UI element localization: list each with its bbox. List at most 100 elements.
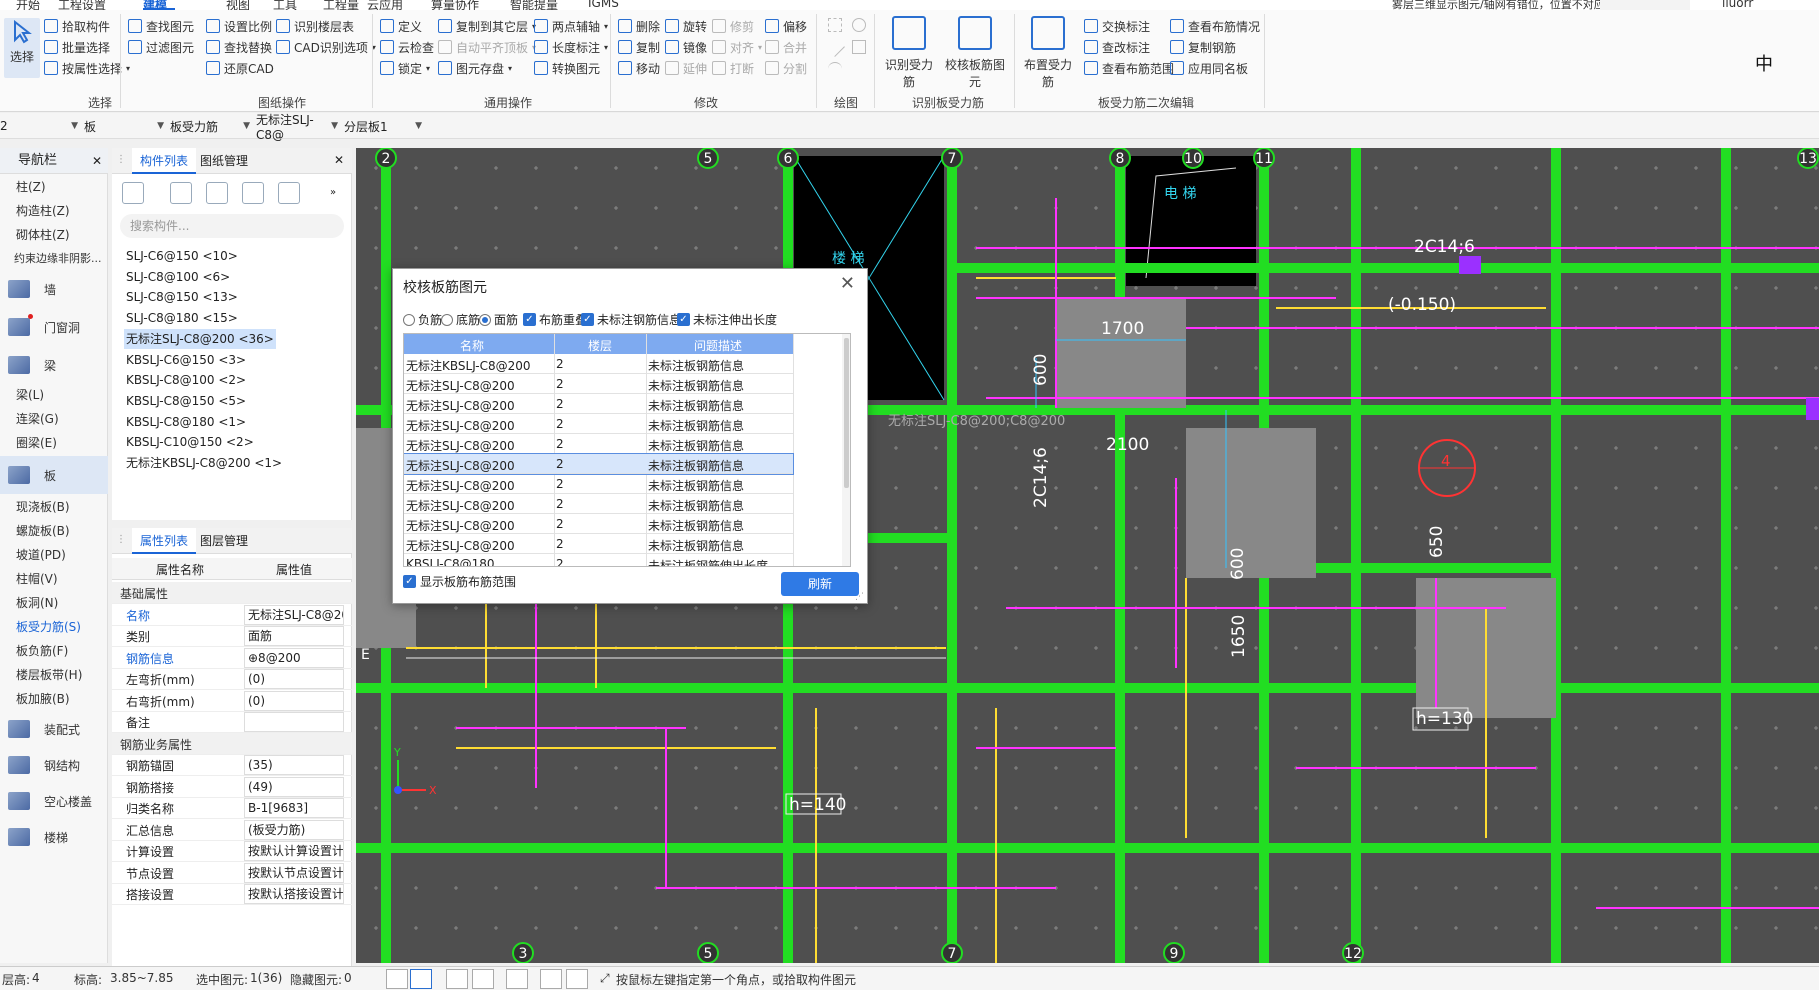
find-element[interactable]: 查找图元 (128, 16, 194, 36)
query-annotation[interactable]: 查改标注 (1084, 37, 1150, 57)
component-item[interactable]: 无标注KBSLJ-C8@200 <1> (124, 453, 284, 473)
copy-to-floor[interactable]: 复制到其它层 ▾ (438, 16, 536, 36)
apply-same-slab[interactable]: 应用同名板 (1170, 58, 1248, 78)
component-item[interactable]: KBSLJ-C8@100 <2> (124, 370, 248, 390)
close-icon[interactable]: ✕ (92, 148, 102, 174)
draw-tools[interactable] (825, 18, 872, 84)
offset[interactable]: 偏移 (765, 16, 807, 36)
option-radio[interactable]: 面筋 (479, 311, 518, 328)
nav-group-stairs[interactable]: 楼梯 (0, 818, 108, 856)
layer-icon[interactable] (540, 969, 562, 989)
angle-icon[interactable] (472, 969, 494, 989)
property-value-field[interactable]: 无标注SLJ-C8@200 (244, 604, 344, 625)
identify-floor-table[interactable]: 识别楼层表 (276, 16, 354, 36)
component-item[interactable]: KBSLJ-C10@150 <2> (124, 432, 256, 452)
auto-align-top[interactable]: 自动平齐顶板 ▾ (438, 37, 536, 57)
convert-element[interactable]: 转换图元 (534, 58, 600, 78)
option-radio[interactable]: 底筋 (441, 311, 480, 328)
option-checkbox[interactable]: ✓ 布筋重叠 (523, 311, 587, 328)
ime-indicator[interactable]: 中 (1755, 50, 1773, 76)
nav-group-door-window[interactable]: 门窗洞 (0, 308, 108, 346)
table-row[interactable]: KBSLJ-C8@180 2 未标注板钢筋伸出长度 (404, 554, 793, 566)
option-checkbox[interactable]: ✓ 未标注伸出长度 (677, 311, 777, 328)
layer-copy-icon[interactable] (242, 182, 264, 204)
component-search-input[interactable]: 搜索构件... (120, 214, 344, 238)
identify-rebar-button[interactable]: 识别受力筋 (880, 16, 938, 90)
scrollbar-thumb[interactable] (844, 338, 849, 488)
two-point-axis[interactable]: 两点辅轴 ▾ (534, 16, 608, 36)
table-row[interactable]: 无标注SLJ-C8@200 2 未标注板钢筋信息 (404, 394, 793, 414)
mirror[interactable]: 镜像 (665, 37, 707, 57)
tab-property-list[interactable]: 属性列表 (132, 528, 197, 554)
tab-drawing-manage[interactable]: 图纸管理 (192, 148, 256, 174)
table-row[interactable]: 无标注SLJ-C8@200 2 未标注板钢筋信息 (404, 534, 793, 554)
component-item[interactable]: SLJ-C8@180 <15> (124, 308, 240, 328)
copy-rebar[interactable]: 复制钢筋 (1170, 37, 1236, 57)
table-row[interactable]: 无标注SLJ-C8@200 2 未标注板钢筋信息 (404, 474, 793, 494)
grip-icon[interactable]: ⋮ (116, 534, 126, 545)
nav-item-column-cap[interactable]: 柱帽(V) (0, 568, 108, 590)
property-value-field[interactable]: 按默认节点设置计算 (244, 862, 344, 883)
property-value-field[interactable] (244, 712, 344, 732)
delete[interactable]: 删除 (618, 16, 660, 36)
cad-options[interactable]: CAD识别选项 ▾ (276, 37, 376, 57)
menu-quantity[interactable]: 工程量 (323, 0, 359, 10)
property-value-field[interactable]: ⊕8@200 (244, 647, 344, 668)
type-select[interactable]: 板 ▼ (84, 116, 166, 136)
place-rebar-button[interactable]: 布置受力筋 (1020, 16, 1076, 90)
check-rebar-button[interactable]: 校核板筋图元 (942, 16, 1008, 90)
ortho-icon[interactable] (386, 969, 408, 989)
help-search[interactable] (1600, 0, 1690, 10)
menu-tools[interactable]: 工具 (273, 0, 297, 10)
nav-item-beam[interactable]: 梁(L) (0, 384, 108, 406)
tab-layer-manage[interactable]: 图层管理 (192, 528, 256, 554)
option-checkbox[interactable]: ✓ 未标注钢筋信息 (581, 311, 681, 328)
filter-component-icon[interactable] (278, 182, 300, 204)
filter-element[interactable]: 过滤图元 (128, 37, 194, 57)
copy-component-icon[interactable] (170, 182, 192, 204)
table-row[interactable]: 无标注SLJ-C8@200 2 未标注板钢筋信息 (404, 374, 793, 394)
snap-icon[interactable] (410, 969, 432, 989)
arc-mode-icon[interactable] (566, 969, 588, 989)
nav-item-slab-haunch[interactable]: 板加腋(B) (0, 688, 108, 710)
view-placement[interactable]: 查看布筋情况 (1170, 16, 1260, 36)
refresh-button[interactable]: 刷新 (781, 572, 859, 596)
batch-select[interactable]: 批量选择 (44, 37, 110, 57)
menu-start[interactable]: 开始 (16, 0, 40, 10)
move[interactable]: 移动 (618, 58, 660, 78)
find-replace[interactable]: 查找替换 (206, 37, 272, 57)
property-group[interactable]: 基础属性 (112, 582, 352, 604)
nav-item-spiral-slab[interactable]: 螺旋板(B) (0, 520, 108, 542)
swap-annotation[interactable]: 交换标注 (1084, 16, 1150, 36)
nav-group-hollow[interactable]: 空心楼盖 (0, 782, 108, 820)
menu-view[interactable]: 视图 (226, 0, 250, 10)
option-radio[interactable]: 负筋 (403, 311, 442, 328)
nav-item-constructional-column[interactable]: 构造柱(Z) (0, 200, 108, 222)
property-value-field[interactable]: (49) (244, 776, 344, 797)
nav-group-wall[interactable]: 墙 (0, 270, 108, 308)
table-row[interactable]: 无标注KBSLJ-C8@200 2 未标注板钢筋信息 (404, 354, 793, 374)
nav-item-cast-slab[interactable]: 现浇板(B) (0, 496, 108, 518)
component-item[interactable]: SLJ-C8@150 <13> (124, 287, 240, 307)
nav-item-ramp[interactable]: 坡道(PD) (0, 544, 108, 566)
nav-item-ring-beam[interactable]: 圈梁(E) (0, 432, 108, 454)
tab-component-list[interactable]: 构件列表 (132, 148, 197, 174)
break[interactable]: 打断 (712, 58, 754, 78)
cloud-check[interactable]: 云检查 (380, 37, 434, 57)
component-select[interactable]: 无标注SLJ-C8@ ▼ (256, 113, 340, 142)
nav-item-constraint-edge[interactable]: 约束边缘非阴影... (0, 248, 108, 270)
close-icon[interactable]: ✕ (840, 273, 855, 294)
menu-smart[interactable]: 智能提量 (510, 0, 558, 10)
pick-component[interactable]: 拾取构件 (44, 16, 110, 36)
nav-group-steel[interactable]: 钢结构 (0, 746, 108, 784)
new-component-icon[interactable] (122, 182, 144, 204)
cross-icon[interactable] (446, 969, 468, 989)
delete-component-icon[interactable] (206, 182, 228, 204)
subtype-select[interactable]: 板受力筋 ▼ (170, 116, 252, 136)
length-dim[interactable]: 长度标注 ▾ (534, 37, 608, 57)
menu-collab[interactable]: 算量协作 (431, 0, 479, 10)
menu-project-settings[interactable]: 工程设置 (58, 0, 106, 10)
property-group[interactable]: 钢筋业务属性 (112, 732, 352, 755)
property-value-field[interactable]: B-1[9683] (244, 798, 344, 818)
nav-item-slab-negative-rebar[interactable]: 板负筋(F) (0, 640, 108, 662)
